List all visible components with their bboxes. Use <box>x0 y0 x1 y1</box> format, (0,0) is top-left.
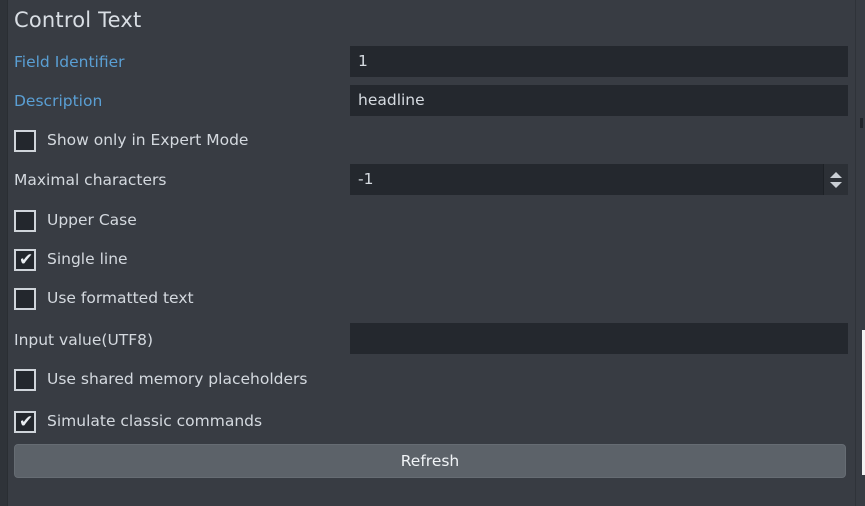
checkbox-upper-case[interactable]: ✔ Upper Case <box>8 210 137 232</box>
left-edge-gutter <box>0 0 8 506</box>
row-upper-case: ✔ Upper Case <box>8 202 856 240</box>
row-use-shared-memory-placeholders: ✔ Use shared memory placeholders <box>8 361 856 399</box>
label-input-value-utf8: Input value(UTF8) <box>14 331 154 350</box>
row-single-line: ✔ Single line <box>8 241 856 279</box>
row-show-only-expert-mode: ✔ Show only in Expert Mode <box>8 122 856 160</box>
checkbox-label-show-only-in-expert-mode: Show only in Expert Mode <box>47 131 249 150</box>
checkbox-label-use-shared-memory-placeholders: Use shared memory placeholders <box>47 370 308 389</box>
panel-content: Control Text Field Identifier 1 Descript… <box>8 0 856 506</box>
refresh-button[interactable]: Refresh <box>14 444 846 478</box>
checkbox-box-icon[interactable]: ✔ <box>14 249 36 271</box>
checkbox-use-shared-memory-placeholders[interactable]: ✔ Use shared memory placeholders <box>8 369 307 391</box>
chevron-down-icon[interactable] <box>830 181 842 188</box>
checkmark-icon: ✔ <box>19 412 34 432</box>
checkbox-simulate-classic-commands[interactable]: ✔ Simulate classic commands <box>8 411 262 433</box>
label-description: Description <box>14 92 103 111</box>
spinner-buttons[interactable] <box>823 164 848 195</box>
checkbox-label-simulate-classic-commands: Simulate classic commands <box>47 412 263 431</box>
label-maximal-characters: Maximal characters <box>14 171 167 190</box>
checkbox-box-icon[interactable]: ✔ <box>14 288 36 310</box>
input-description-value: headline <box>358 90 425 109</box>
checkbox-single-line[interactable]: ✔ Single line <box>8 249 128 271</box>
input-field-identifier-value: 1 <box>358 51 368 70</box>
bottom-filler <box>8 483 856 506</box>
input-field-identifier[interactable]: 1 <box>350 46 848 77</box>
checkmark-icon: ✔ <box>19 250 34 270</box>
row-use-formatted-text: ✔ Use formatted text <box>8 280 856 318</box>
spinner-maximal-characters[interactable]: -1 <box>350 164 848 195</box>
spinner-maximal-characters-value: -1 <box>358 169 374 188</box>
checkbox-label-upper-case: Upper Case <box>47 211 137 230</box>
page-title: Control Text <box>14 8 142 32</box>
checkbox-box-icon[interactable]: ✔ <box>14 130 36 152</box>
checkbox-box-icon[interactable]: ✔ <box>14 210 36 232</box>
chevron-up-icon[interactable] <box>830 171 842 178</box>
checkbox-box-icon[interactable]: ✔ <box>14 411 36 433</box>
input-value-utf8[interactable] <box>350 323 848 354</box>
label-field-identifier: Field Identifier <box>14 53 125 72</box>
control-text-panel: Control Text Field Identifier 1 Descript… <box>0 0 865 506</box>
checkbox-label-use-formatted-text: Use formatted text <box>47 289 194 308</box>
row-simulate-classic-commands: ✔ Simulate classic commands <box>8 403 856 441</box>
checkbox-show-only-in-expert-mode[interactable]: ✔ Show only in Expert Mode <box>8 130 248 152</box>
scrollbar-tick-marker <box>860 118 863 128</box>
checkbox-label-single-line: Single line <box>47 250 128 269</box>
checkbox-use-formatted-text[interactable]: ✔ Use formatted text <box>8 288 194 310</box>
input-description[interactable]: headline <box>350 85 848 116</box>
checkbox-box-icon[interactable]: ✔ <box>14 369 36 391</box>
